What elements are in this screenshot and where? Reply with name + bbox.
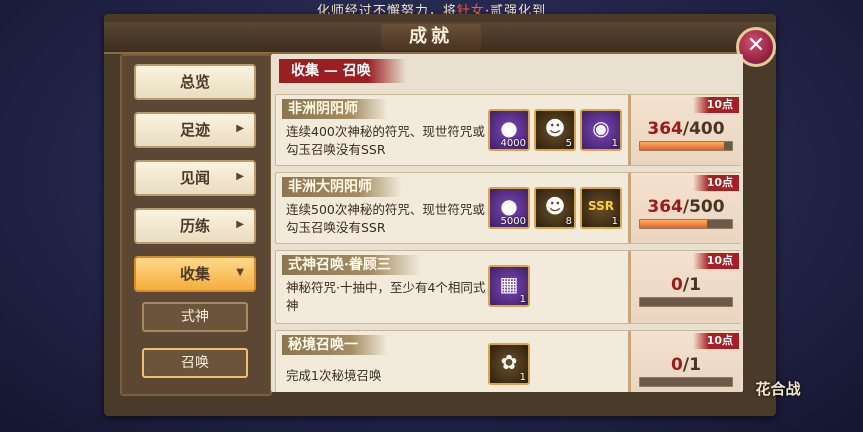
achievement-name: 秘境召唤一 (282, 335, 388, 355)
achievement-card: 秘境召唤一 完成1次秘境召唤 ✿ 1 10点 0/1 (275, 330, 741, 392)
reward-count: 1 (611, 216, 618, 227)
ssr-icon[interactable]: SSR 1 (580, 187, 622, 229)
progress-current: 364 (647, 119, 683, 139)
talisman-book-icon[interactable]: ▦ 1 (488, 265, 530, 307)
progress-bar (639, 141, 733, 151)
progress-total: /1 (682, 275, 701, 295)
progress-bar (639, 297, 733, 307)
progress-bar (639, 219, 733, 229)
category-sidebar: 总览 足迹 ▶ 见闻 ▶ 历练 ▶ 收集 ▼ 式神 召唤 (120, 54, 272, 396)
subnav-summon[interactable]: 召唤 (142, 348, 248, 378)
nav-overview[interactable]: 总览 (134, 64, 256, 100)
hanafuda-logo[interactable]: 花合战 (750, 380, 806, 420)
amulet-icon[interactable]: ● 4000 (488, 109, 530, 151)
reward-count: 5000 (500, 216, 526, 227)
progress-bar (639, 377, 733, 387)
points-badge: 10点 (692, 253, 739, 269)
section-title: 收集 — 召唤 (279, 59, 406, 83)
progress-value: 0/1 (631, 275, 741, 295)
points-badge: 10点 (692, 333, 739, 349)
achievement-desc: 完成1次秘境召唤 (286, 368, 382, 383)
progress-current: 0 (671, 275, 683, 295)
progress-panel: 10点 0/1 (628, 331, 741, 392)
progress-value: 0/1 (631, 355, 741, 375)
nav-footprints[interactable]: 足迹 ▶ (134, 112, 256, 148)
bell-icon[interactable]: ◉ 1 (580, 109, 622, 151)
points-badge: 10点 (692, 175, 739, 191)
reward-count: 8 (565, 216, 572, 227)
achievement-name: 非洲大阴阳师 (282, 177, 402, 197)
amulet-icon[interactable]: ● 5000 (488, 187, 530, 229)
progress-current: 364 (647, 197, 683, 217)
progress-fill (640, 142, 724, 150)
progress-total: /400 (682, 119, 725, 139)
achievement-desc: 神秘符咒·十抽中，至少有4个相同式神 (286, 280, 486, 313)
progress-total: /500 (682, 197, 725, 217)
reward-count: 4000 (500, 138, 526, 149)
nav-collection[interactable]: 收集 ▼ (134, 256, 256, 292)
progress-value: 364/400 (631, 119, 741, 139)
achievement-name: 非洲阴阳师 (282, 99, 388, 119)
progress-value: 364/500 (631, 197, 741, 217)
subnav-shikigami[interactable]: 式神 (142, 302, 248, 332)
progress-panel: 10点 364/500 (628, 173, 741, 243)
progress-total: /1 (682, 355, 701, 375)
chevron-down-icon: ▼ (236, 267, 244, 278)
achievement-card: 式神召唤·眷顾三 神秘符咒·十抽中，至少有4个相同式神 ▦ 1 10点 0/1 (275, 250, 741, 324)
reward-count: 5 (565, 138, 572, 149)
reward-count: 1 (519, 372, 526, 383)
character-card-icon[interactable]: ✿ 1 (488, 343, 530, 385)
reward-count: 1 (611, 138, 618, 149)
progress-panel: 10点 0/1 (628, 251, 741, 323)
achievement-name: 式神召唤·眷顾三 (282, 255, 421, 275)
daruma-icon[interactable]: ☻ 5 (534, 109, 576, 151)
nav-knowledge[interactable]: 见闻 ▶ (134, 160, 256, 196)
achievement-desc: 连续500次神秘的符咒、现世符咒或勾玉召唤没有SSR (286, 202, 485, 235)
progress-panel: 10点 364/400 (628, 95, 741, 165)
window-title: 成就 (381, 24, 481, 50)
achievement-list[interactable]: 收集 — 召唤 非洲阴阳师 连续400次神秘的符咒、现世符咒或勾玉召唤没有SSR… (271, 54, 743, 392)
daruma-icon[interactable]: ☻ 8 (534, 187, 576, 229)
progress-current: 0 (671, 355, 683, 375)
chevron-right-icon: ▶ (236, 219, 244, 230)
points-badge: 10点 (692, 97, 739, 113)
progress-fill (640, 220, 707, 228)
nav-training[interactable]: 历练 ▶ (134, 208, 256, 244)
nav-label: 总览 (179, 73, 210, 91)
chevron-right-icon: ▶ (236, 123, 244, 134)
achievement-desc: 连续400次神秘的符咒、现世符咒或勾玉召唤没有SSR (286, 124, 485, 157)
achievement-card: 非洲大阴阳师 连续500次神秘的符咒、现世符咒或勾玉召唤没有SSR ● 5000… (275, 172, 741, 244)
chevron-right-icon: ▶ (236, 171, 244, 182)
reward-count: 1 (519, 294, 526, 305)
achievement-card: 非洲阴阳师 连续400次神秘的符咒、现世符咒或勾玉召唤没有SSR ● 4000 … (275, 94, 741, 166)
